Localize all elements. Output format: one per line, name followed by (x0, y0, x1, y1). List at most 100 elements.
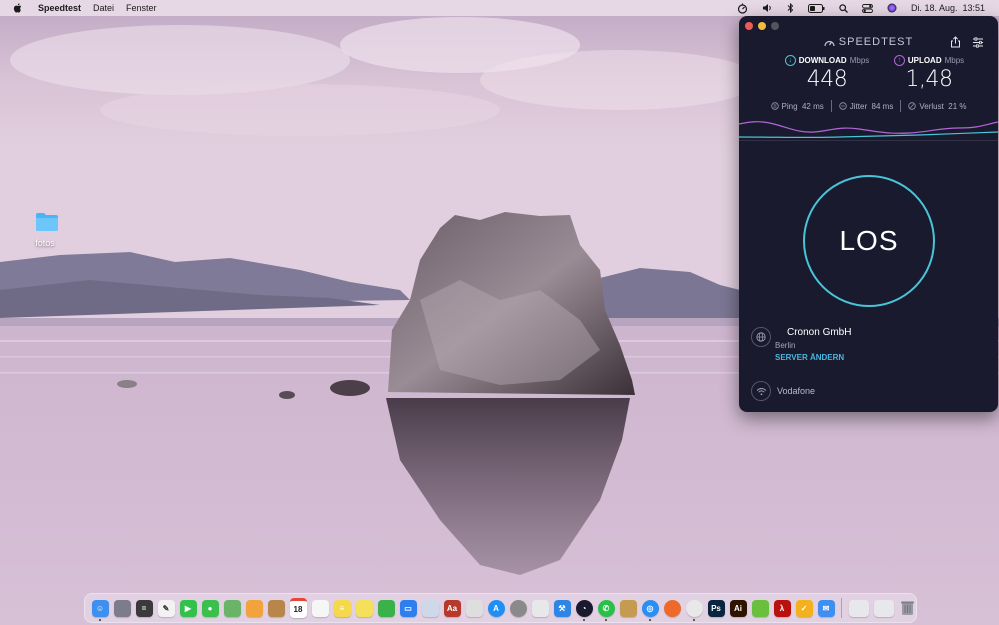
go-button[interactable]: LOS (803, 175, 935, 307)
dock-illustrator-icon[interactable]: Ai (729, 599, 747, 617)
calendar-date: 18 (293, 605, 303, 614)
dock-launchpad-icon[interactable] (113, 599, 131, 617)
siri-icon[interactable] (887, 3, 897, 13)
dock-textwrangler-icon[interactable] (531, 599, 549, 617)
upload-metric: ↑ UPLOAD Mbps 1,48 (879, 55, 979, 92)
menu-clock[interactable]: Di. 18. Aug. 13:51 (911, 3, 985, 13)
download-graph-line (739, 131, 998, 139)
battery-icon[interactable] (807, 3, 825, 13)
bluetooth-icon[interactable] (787, 3, 794, 13)
dock-xcode-icon[interactable]: ⚒ (553, 599, 571, 617)
menu-datei[interactable]: Datei (93, 3, 114, 13)
menu-fenster[interactable]: Fenster (126, 3, 157, 13)
running-indicator (649, 618, 651, 621)
packet-loss-icon (908, 102, 917, 110)
dock-chrome-icon[interactable] (685, 599, 703, 621)
dock-system-preferences-icon[interactable] (509, 599, 527, 617)
volume-icon[interactable] (762, 3, 773, 13)
running-indicator (693, 618, 695, 621)
server-name: Cronon GmbH (787, 327, 852, 338)
dock-keychain-icon[interactable] (751, 599, 769, 617)
loss-value: Verlust 21 % (919, 101, 967, 111)
dock-photos-icon[interactable] (245, 599, 263, 617)
dock-preview-icon[interactable] (421, 599, 439, 617)
trash-icon[interactable] (899, 600, 916, 617)
dock-minimized-window-2[interactable] (873, 599, 894, 617)
taskmanager-glyph: ✓ (800, 603, 808, 613)
mail-glyph: ✉ (822, 603, 830, 613)
dock-calendar-icon[interactable]: 18 (289, 598, 307, 618)
control-center-icon[interactable] (861, 3, 873, 13)
loss-stat: Verlust 21 % (908, 102, 966, 111)
facetime-glyph: ▶ (184, 603, 192, 613)
dock-contacts-icon[interactable] (267, 599, 285, 617)
menu-bar: Speedtest Datei Fenster Di. 18. Aug. 13:… (0, 0, 999, 16)
dock-photoshop-icon[interactable]: Ps (707, 599, 725, 617)
messages-glyph: ● (207, 603, 213, 613)
dock-notes-icon[interactable]: ≡ (333, 599, 351, 617)
jitter-icon (839, 102, 847, 110)
upload-graph-line (739, 121, 998, 134)
speedtest-status-icon[interactable] (737, 3, 748, 14)
download-value: 448 (806, 67, 848, 92)
ping-value: Ping 42 ms (781, 101, 824, 111)
stats-divider (830, 100, 832, 112)
search-icon[interactable] (839, 3, 848, 13)
dock-stickies-icon[interactable] (355, 599, 373, 617)
upload-unit: Mbps (944, 56, 965, 65)
dock-app-store-icon[interactable]: A (487, 599, 505, 617)
speed-graph (739, 121, 998, 141)
download-metric: ↓ DOWNLOAD Mbps 448 (777, 55, 877, 92)
dock-dictionary-icon[interactable]: Aa (443, 599, 461, 617)
dock: ☺ = ✎ ▶ ● 18 ≡ ▭ Aa A ⚒ ◔ ✆ ◎ Ps Ai λ ✓ ✉ (84, 593, 917, 623)
zoom-window-button[interactable] (771, 22, 779, 30)
dock-keynote-icon[interactable]: ▭ (399, 599, 417, 617)
dock-minimized-window-1[interactable] (848, 599, 869, 617)
upload-label: UPLOAD (907, 56, 942, 65)
dock-safari-icon[interactable]: ◎ (641, 599, 659, 621)
dock-messages-icon[interactable]: ● (201, 599, 219, 617)
wifi-icon (751, 381, 771, 401)
app-store-glyph: A (493, 603, 499, 613)
apple-logo-icon[interactable] (12, 2, 24, 14)
share-icon[interactable] (950, 35, 961, 53)
minimize-window-button[interactable] (758, 22, 766, 30)
change-server-link[interactable]: SERVER ÄNDERN (775, 353, 844, 362)
illustrator-glyph: Ai (734, 603, 742, 613)
dock-whatsapp-icon[interactable]: ✆ (597, 599, 615, 621)
settings-sliders-icon[interactable] (972, 35, 984, 53)
dock-finder-icon[interactable]: ☺ (91, 599, 109, 621)
running-indicator (605, 618, 607, 621)
menu-app-name[interactable]: Speedtest (38, 3, 81, 13)
dock-taskmanager-icon[interactable]: ✓ (795, 599, 813, 617)
brand-label: SPEEDTEST (838, 36, 914, 48)
textedit-glyph: ✎ (162, 603, 170, 613)
dock-acrobat-icon[interactable]: λ (773, 599, 791, 617)
running-indicator (99, 618, 101, 621)
dock-numbers-icon[interactable] (377, 599, 395, 617)
download-arrow-icon: ↓ (784, 55, 796, 66)
acrobat-glyph: λ (779, 603, 785, 613)
dock-mail-icon[interactable]: ✉ (817, 599, 835, 617)
upload-arrow-icon: ↑ (893, 55, 905, 66)
dock-firefox-icon[interactable] (663, 599, 681, 617)
dock-speedtest-icon[interactable]: ◔ (575, 599, 593, 621)
finder-glyph: ☺ (95, 603, 105, 613)
notes-glyph: ≡ (339, 603, 345, 613)
dock-script-editor-icon[interactable] (465, 599, 483, 617)
dock-textedit-icon[interactable]: ✎ (157, 599, 175, 617)
ping-stat: Ping 42 ms (770, 101, 824, 111)
dock-separator (841, 598, 842, 618)
dock-archive-utility-icon[interactable] (619, 599, 637, 617)
jitter-value: Jitter 84 ms (849, 101, 894, 111)
close-window-button[interactable] (745, 22, 753, 30)
calculator-glyph: = (141, 603, 147, 613)
speedtest-glyph: ◔ (581, 603, 587, 613)
dock-facetime-icon[interactable]: ▶ (179, 599, 197, 617)
dock-maps-icon[interactable] (223, 599, 241, 617)
dock-calculator-icon[interactable]: = (135, 599, 153, 617)
whatsapp-glyph: ✆ (602, 603, 610, 613)
desktop-folder-fotos[interactable]: fotos (30, 212, 60, 248)
speedometer-icon (824, 40, 835, 46)
dock-reminders-icon[interactable] (311, 599, 329, 617)
